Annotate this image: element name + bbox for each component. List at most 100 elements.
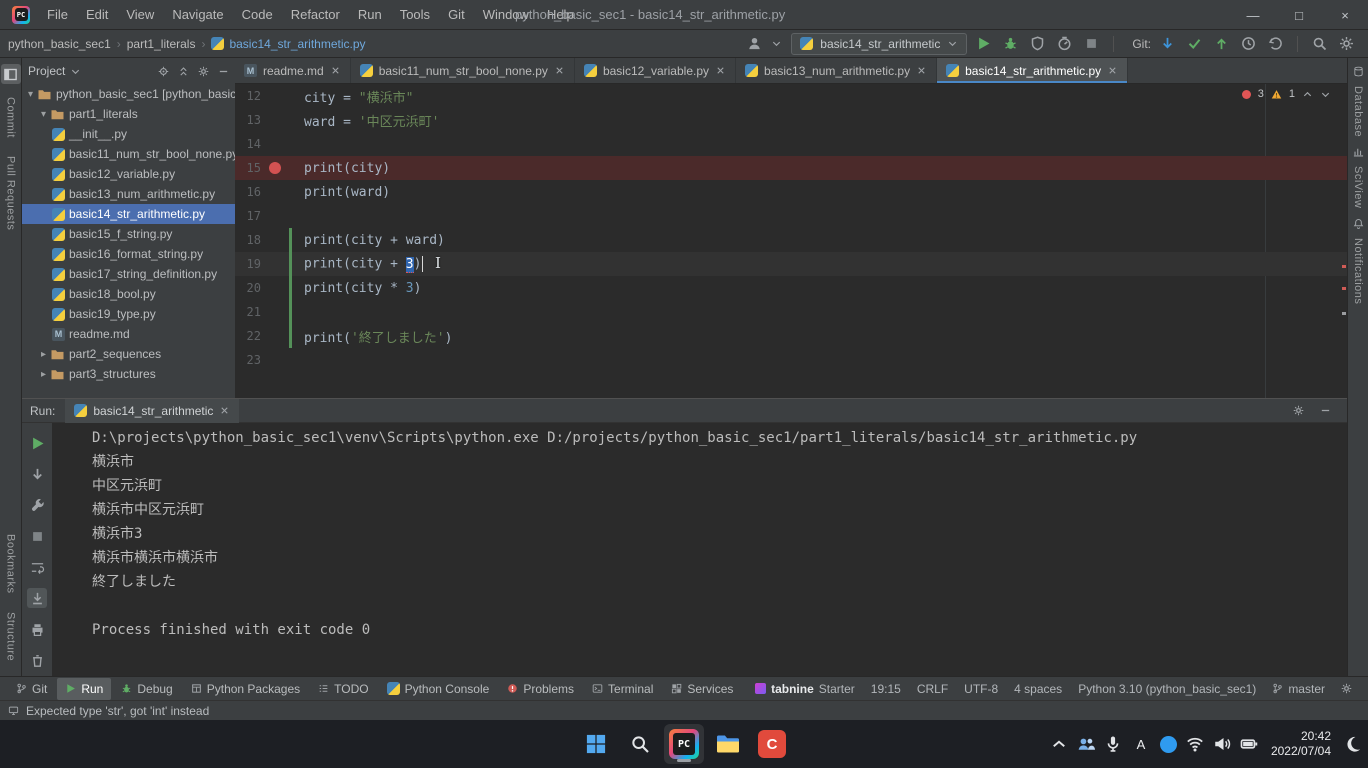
project-tree-item[interactable]: basic16_format_string.py: [22, 244, 235, 264]
next-problem-icon[interactable]: [1320, 89, 1331, 100]
breadcrumb-item[interactable]: python_basic_sec1: [8, 37, 111, 51]
microphone-icon[interactable]: [1104, 735, 1122, 753]
project-view-title[interactable]: Project: [28, 64, 65, 78]
editor-line[interactable]: 21: [235, 300, 1347, 324]
tool-stripe-notifications[interactable]: Notifications: [1352, 218, 1364, 313]
editor-line[interactable]: 22print('終了しました'): [235, 324, 1347, 348]
menu-git[interactable]: Git: [439, 0, 474, 30]
tool-stripe-pull-requests[interactable]: Pull Requests: [5, 156, 17, 230]
menu-navigate[interactable]: Navigate: [163, 0, 232, 30]
tool-stripe-project[interactable]: [1, 64, 21, 84]
editor-line[interactable]: 20print(city * 3): [235, 276, 1347, 300]
editor-tab[interactable]: basic13_num_arithmetic.py: [736, 58, 937, 83]
tab-close-icon[interactable]: [554, 65, 565, 76]
editor-line[interactable]: 13ward = '中区元浜町': [235, 108, 1347, 132]
print-button[interactable]: [27, 619, 47, 639]
ime-indicator[interactable]: A: [1131, 737, 1151, 752]
editor-line[interactable]: 19print(city + 3): [235, 252, 1347, 276]
project-tree-item[interactable]: ▾python_basic_sec1 [python_basic]D:\proj…: [22, 84, 235, 104]
caret-position-widget[interactable]: 19:15: [871, 682, 901, 696]
editor-line[interactable]: 16print(ward): [235, 180, 1347, 204]
editor-tab[interactable]: basic12_variable.py: [575, 58, 736, 83]
tab-close-icon[interactable]: [330, 65, 341, 76]
toolwindow-button-problems[interactable]: Problems: [499, 678, 582, 700]
volume-icon[interactable]: [1213, 735, 1231, 753]
tray-blue-app-icon[interactable]: [1160, 736, 1177, 753]
collapse-all-icon[interactable]: [178, 66, 189, 77]
tool-stripe-sciview[interactable]: SciView: [1352, 146, 1364, 217]
editor-line[interactable]: 18print(city + ward): [235, 228, 1347, 252]
editor-line[interactable]: 14: [235, 132, 1347, 156]
breadcrumb-item[interactable]: basic14_str_arithmetic.py: [211, 37, 365, 51]
maximize-button[interactable]: □: [1276, 0, 1322, 30]
git-branch-widget[interactable]: master: [1272, 682, 1325, 696]
toolwindow-button-debug[interactable]: Debug: [113, 678, 180, 700]
project-tree-item[interactable]: basic17_string_definition.py: [22, 264, 235, 284]
breakpoint-icon[interactable]: [269, 162, 281, 174]
tray-expand-icon[interactable]: [1050, 735, 1068, 753]
indent-widget[interactable]: 4 spaces: [1014, 682, 1062, 696]
tool-stripe-structure[interactable]: Structure: [5, 612, 17, 661]
git-history-button-icon[interactable]: [1241, 36, 1256, 51]
tool-stripe-database[interactable]: Database: [1352, 66, 1364, 146]
editor-tab[interactable]: basic14_str_arithmetic.py: [937, 58, 1128, 83]
settings-wrench-button[interactable]: [27, 495, 47, 515]
taskbar-pycharm-button[interactable]: PC: [664, 724, 704, 764]
run-button-icon[interactable]: [976, 36, 991, 51]
user-icon[interactable]: [747, 36, 762, 51]
taskbar-clibor-button[interactable]: C: [752, 724, 792, 764]
project-tree-item[interactable]: basic12_variable.py: [22, 164, 235, 184]
git-update-project-button-icon[interactable]: [1160, 36, 1175, 51]
battery-icon[interactable]: [1240, 735, 1258, 753]
hide-panel-icon[interactable]: [218, 66, 229, 77]
error-stripe[interactable]: [1342, 84, 1346, 398]
toolwindow-button-python-console[interactable]: Python Console: [379, 678, 498, 700]
scroll-to-end-button[interactable]: [27, 588, 47, 608]
project-tree-item[interactable]: basic14_str_arithmetic.py: [22, 204, 235, 224]
run-settings-icon[interactable]: [1293, 405, 1304, 416]
stop-button-icon[interactable]: [1084, 36, 1099, 51]
tool-stripe-bookmarks[interactable]: Bookmarks: [5, 534, 17, 594]
stop-button[interactable]: [27, 526, 47, 546]
run-configuration-select[interactable]: basic14_str_arithmetic: [791, 33, 967, 55]
tabnine-widget[interactable]: tabnine Starter: [755, 682, 855, 696]
tab-close-icon[interactable]: [916, 65, 927, 76]
focus-assist-icon[interactable]: [1344, 735, 1362, 753]
git-rollback-button-icon[interactable]: [1268, 36, 1283, 51]
taskbar-search-button[interactable]: [620, 724, 660, 764]
tree-collapsed-arrow[interactable]: ▸: [38, 349, 49, 360]
editor-line[interactable]: 12city = "横浜市": [235, 84, 1347, 108]
toolwindow-button-run[interactable]: Run: [57, 678, 111, 700]
close-icon[interactable]: [219, 405, 230, 416]
minimize-button[interactable]: —: [1230, 0, 1276, 30]
error-stripe-mark[interactable]: [1342, 265, 1346, 268]
tool-stripe-commit[interactable]: Commit: [5, 97, 17, 138]
step-down-button[interactable]: [27, 464, 47, 484]
tab-close-icon[interactable]: [1107, 65, 1118, 76]
people-icon[interactable]: [1077, 735, 1095, 753]
menu-edit[interactable]: Edit: [77, 0, 117, 30]
tree-collapsed-arrow[interactable]: ▸: [38, 369, 49, 380]
toolwindow-button-services[interactable]: Services: [663, 678, 741, 700]
coverage-button-icon[interactable]: [1030, 36, 1045, 51]
project-tree-item[interactable]: __init__.py: [22, 124, 235, 144]
project-tree-item[interactable]: ▸part2_sequences: [22, 344, 235, 364]
project-tree-item[interactable]: basic15_f_string.py: [22, 224, 235, 244]
toolwindow-button-python-packages[interactable]: Python Packages: [183, 678, 308, 700]
inspections-widget[interactable]: 3 1: [1242, 88, 1331, 100]
run-tab[interactable]: basic14_str_arithmetic: [65, 399, 239, 423]
error-stripe-mark[interactable]: [1342, 287, 1346, 290]
project-tree-item[interactable]: basic11_num_str_bool_none.py: [22, 144, 235, 164]
debug-button-icon[interactable]: [1003, 36, 1018, 51]
project-tree-item[interactable]: basic19_type.py: [22, 304, 235, 324]
editor-tab[interactable]: Mreadme.md: [235, 58, 351, 83]
taskbar-start-button[interactable]: [576, 724, 616, 764]
editor-tab[interactable]: basic11_num_str_bool_none.py: [351, 58, 575, 83]
editor-line[interactable]: 15print(city): [235, 156, 1347, 180]
project-tree-item[interactable]: basic18_bool.py: [22, 284, 235, 304]
caret-stripe-mark[interactable]: [1342, 312, 1346, 315]
search-everywhere-button-icon[interactable]: [1312, 36, 1327, 51]
locate-file-icon[interactable]: [158, 66, 169, 77]
project-tree-item[interactable]: Mreadme.md: [22, 324, 235, 344]
git-push-button-icon[interactable]: [1214, 36, 1229, 51]
